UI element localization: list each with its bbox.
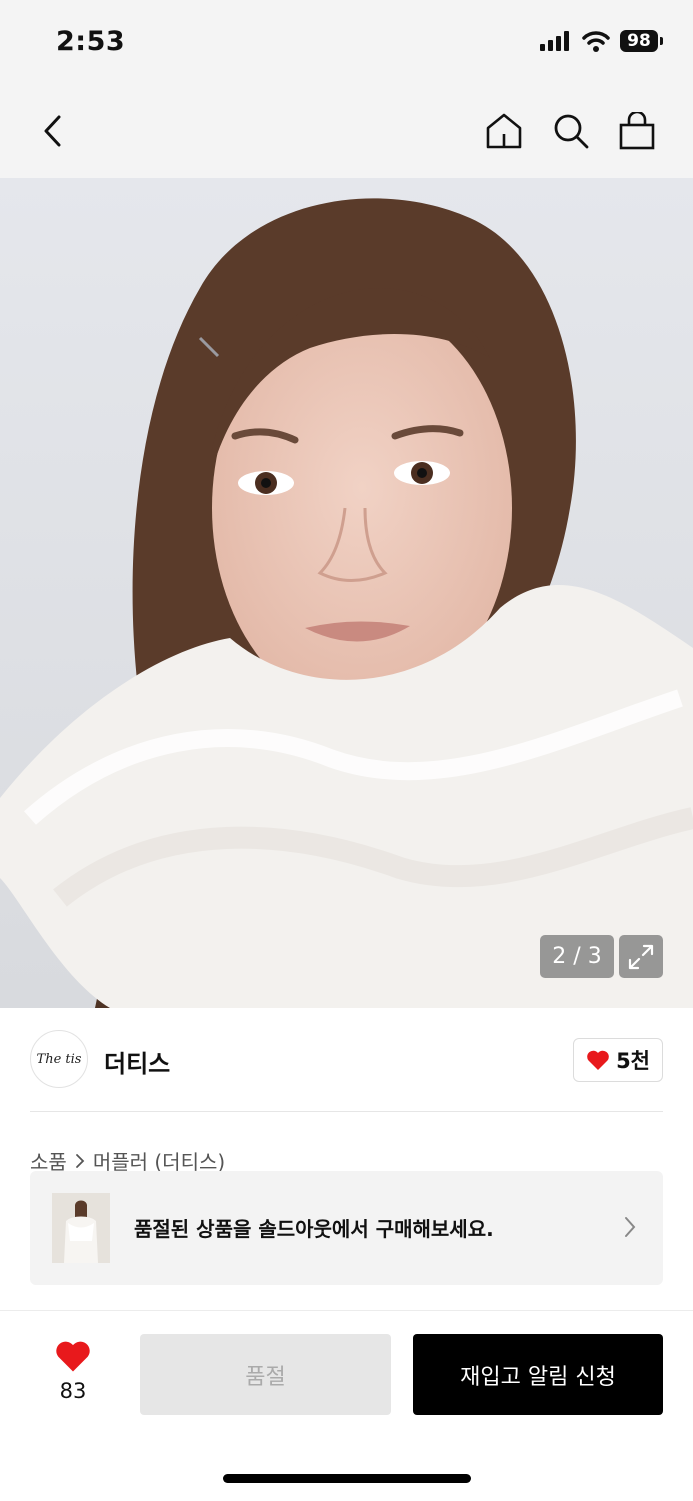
chevron-right-icon <box>625 1217 636 1237</box>
soldout-promo-banner[interactable]: 품절된 상품을 솔드아웃에서 구매해보세요. <box>30 1171 663 1285</box>
product-like-button[interactable]: 83 <box>50 1339 96 1403</box>
wifi-icon <box>582 30 610 52</box>
brand-logo[interactable]: The tis <box>30 1030 88 1088</box>
home-icon <box>486 113 522 149</box>
home-button[interactable] <box>479 106 529 156</box>
divider <box>30 1111 663 1112</box>
expand-button[interactable] <box>619 935 663 978</box>
promo-thumbnail <box>52 1193 110 1263</box>
status-bar: 2:53 98 <box>0 0 693 86</box>
search-icon <box>554 114 589 149</box>
status-time: 2:53 <box>56 26 126 57</box>
shopping-bag-icon <box>619 112 655 150</box>
soldout-button[interactable]: 품절 <box>140 1334 391 1415</box>
home-indicator <box>223 1474 471 1483</box>
bottom-action-bar: 83 품절 재입고 알림 신청 <box>0 1310 693 1501</box>
expand-icon <box>628 944 654 969</box>
top-nav-bar <box>0 86 693 178</box>
status-icons: 98 <box>540 30 663 52</box>
cart-button[interactable] <box>612 106 662 156</box>
search-button[interactable] <box>546 106 596 156</box>
restock-alert-button[interactable]: 재입고 알림 신청 <box>413 1334 663 1415</box>
product-like-count: 83 <box>59 1379 87 1403</box>
chevron-right-icon <box>75 1153 85 1168</box>
product-photo <box>0 178 693 1008</box>
promo-text: 품절된 상품을 솔드아웃에서 구매해보세요. <box>134 1217 494 1241</box>
chevron-left-icon <box>44 115 61 147</box>
signal-icon <box>540 31 569 51</box>
brand-like-count: 5천 <box>616 1049 650 1073</box>
battery-indicator: 98 <box>620 30 658 52</box>
image-counter: 2 / 3 <box>540 935 614 978</box>
brand-name[interactable]: 더티스 <box>104 1044 170 1079</box>
back-button[interactable] <box>28 106 78 156</box>
brand-like-button[interactable]: 5천 <box>573 1038 663 1082</box>
heart-icon <box>587 1050 609 1070</box>
product-image[interactable]: 2 / 3 <box>0 178 693 1008</box>
heart-icon <box>56 1341 90 1372</box>
brand-row: The tis 더티스 5천 <box>30 1030 663 1090</box>
battery-cap <box>660 37 663 45</box>
